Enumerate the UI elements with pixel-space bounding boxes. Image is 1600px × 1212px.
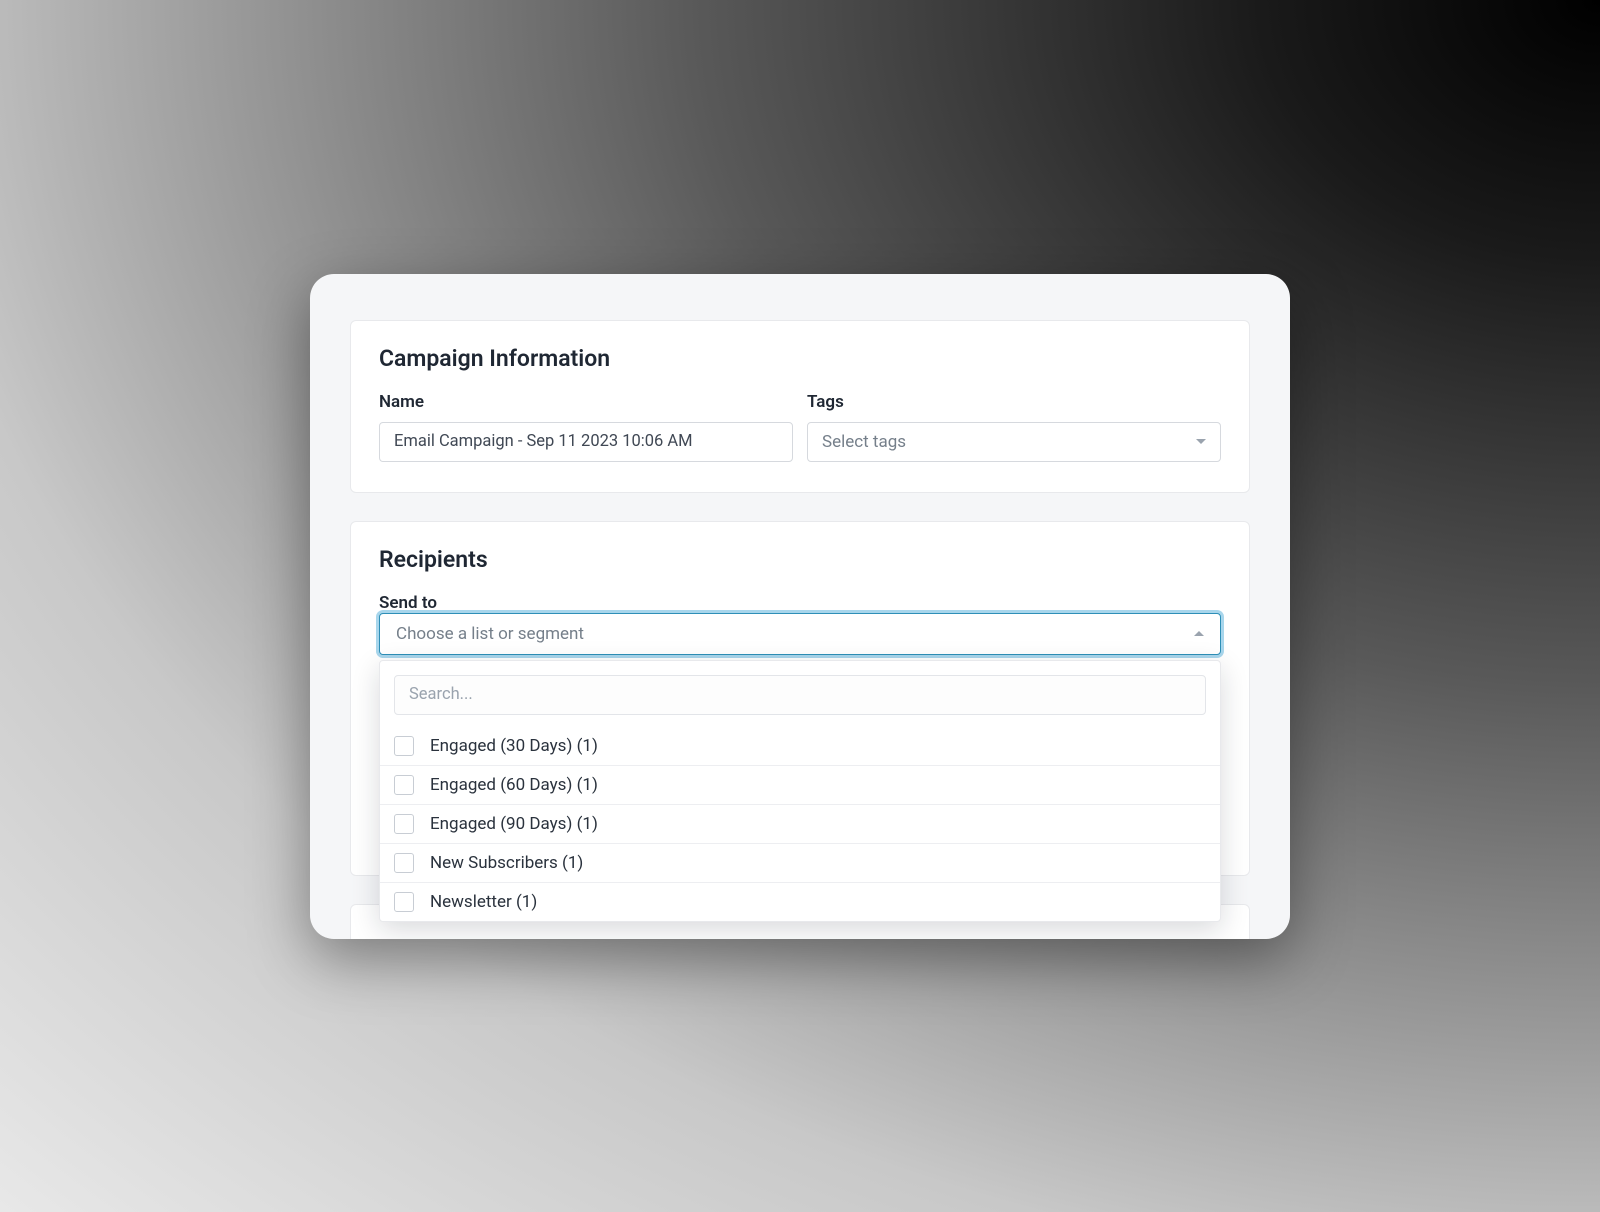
- name-label: Name: [379, 392, 793, 412]
- segment-select: Choose a list or segment Engaged (30 Day…: [379, 613, 1221, 655]
- campaign-info-title: Campaign Information: [379, 345, 1221, 372]
- send-to-label: Send to: [379, 593, 437, 613]
- checkbox-icon[interactable]: [394, 853, 414, 873]
- tags-select[interactable]: Select tags: [807, 422, 1221, 462]
- recipients-title: Recipients: [379, 546, 1221, 573]
- checkbox-icon[interactable]: [394, 775, 414, 795]
- checkbox-icon[interactable]: [394, 736, 414, 756]
- list-item[interactable]: Engaged (90 Days) (1): [380, 804, 1220, 843]
- option-label: New Subscribers (1): [430, 853, 583, 873]
- tags-label: Tags: [807, 392, 1221, 412]
- name-input[interactable]: [379, 422, 793, 462]
- option-list: Engaged (30 Days) (1) Engaged (60 Days) …: [380, 727, 1220, 921]
- list-item[interactable]: Engaged (30 Days) (1): [380, 727, 1220, 765]
- checkbox-icon[interactable]: [394, 814, 414, 834]
- segment-dropdown-panel: Engaged (30 Days) (1) Engaged (60 Days) …: [379, 660, 1221, 922]
- name-field: Name: [379, 392, 793, 462]
- option-label: Newsletter (1): [430, 892, 537, 912]
- option-label: Engaged (30 Days) (1): [430, 736, 598, 756]
- campaign-info-row: Name Tags Select tags: [379, 392, 1221, 462]
- segment-select-trigger[interactable]: Choose a list or segment: [379, 613, 1221, 655]
- checkbox-icon[interactable]: [394, 892, 414, 912]
- option-label: Engaged (60 Days) (1): [430, 775, 598, 795]
- search-wrapper: [380, 675, 1220, 727]
- tags-field: Tags Select tags: [807, 392, 1221, 462]
- search-input[interactable]: [394, 675, 1206, 715]
- recipients-card: Recipients Send to Choose a list or segm…: [350, 521, 1250, 876]
- segment-select-placeholder: Choose a list or segment: [396, 624, 584, 644]
- campaign-info-card: Campaign Information Name Tags Select ta…: [350, 320, 1250, 493]
- list-item[interactable]: New Subscribers (1): [380, 843, 1220, 882]
- app-window: Campaign Information Name Tags Select ta…: [310, 274, 1290, 939]
- list-item[interactable]: Newsletter (1): [380, 882, 1220, 921]
- list-item[interactable]: Engaged (60 Days) (1): [380, 765, 1220, 804]
- tags-placeholder: Select tags: [822, 432, 906, 452]
- caret-up-icon: [1194, 631, 1204, 636]
- caret-down-icon: [1196, 439, 1206, 444]
- option-label: Engaged (90 Days) (1): [430, 814, 598, 834]
